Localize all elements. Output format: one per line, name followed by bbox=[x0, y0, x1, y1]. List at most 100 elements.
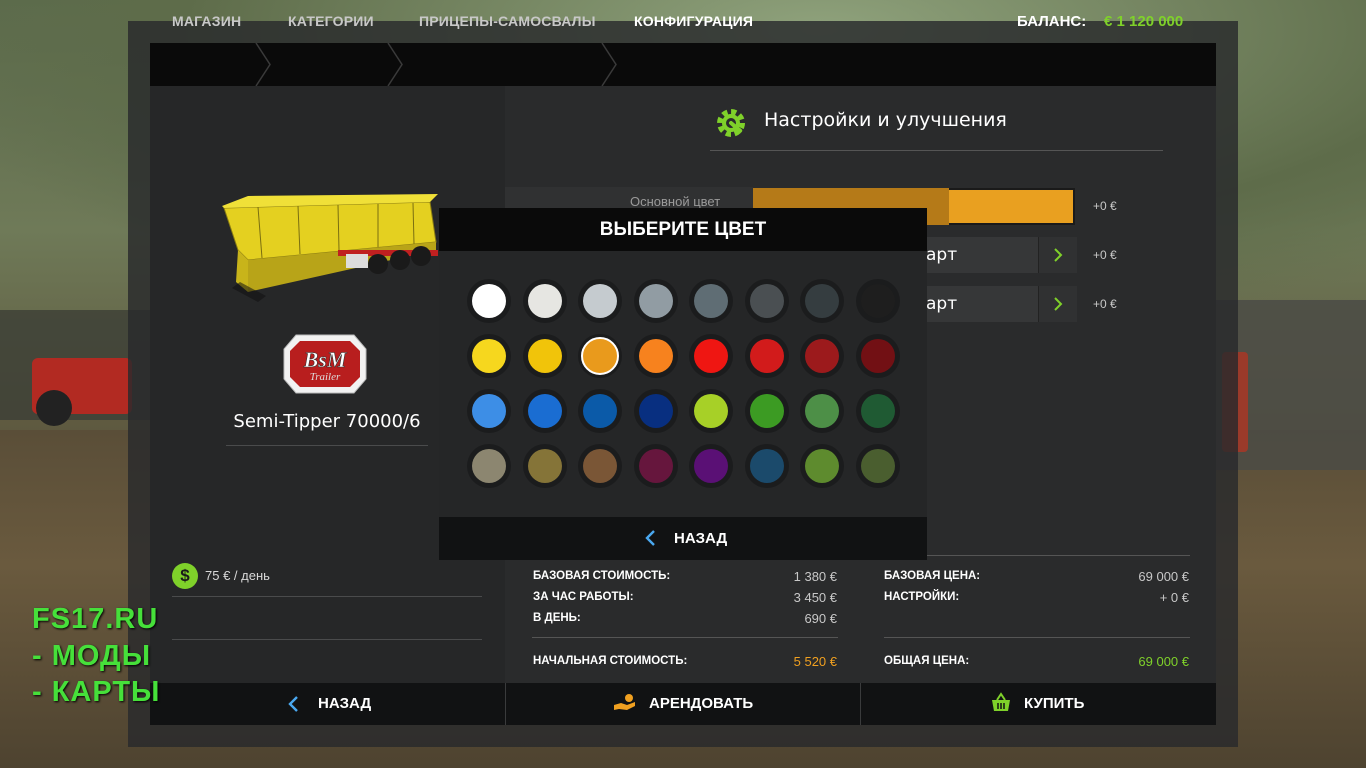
per-hour-value: 3 450 € bbox=[793, 590, 837, 605]
color-swatch-fill bbox=[528, 394, 562, 428]
balance-value: € 1 120 000 bbox=[1104, 13, 1184, 30]
item-name: Semi-Tipper 70000/6 bbox=[226, 405, 428, 446]
color-swatch[interactable] bbox=[578, 444, 622, 488]
color-swatch[interactable] bbox=[856, 389, 900, 433]
color-swatch[interactable] bbox=[467, 279, 511, 323]
color-swatch[interactable] bbox=[467, 389, 511, 433]
color-swatch[interactable] bbox=[800, 444, 844, 488]
color-swatch-fill bbox=[583, 394, 617, 428]
back-chevron-icon[interactable] bbox=[644, 529, 656, 551]
color-swatch[interactable] bbox=[634, 444, 678, 488]
lease-hand-icon bbox=[613, 693, 637, 717]
color-swatch[interactable] bbox=[634, 334, 678, 378]
watermark-maps: - КАРТЫ bbox=[32, 676, 161, 708]
color-swatch[interactable] bbox=[578, 334, 622, 378]
color-swatch-fill bbox=[639, 394, 673, 428]
color-swatch-fill bbox=[750, 449, 784, 483]
rent-per-day: 75 € / день bbox=[205, 568, 270, 583]
color-swatch[interactable] bbox=[523, 334, 567, 378]
color-swatch[interactable] bbox=[745, 279, 789, 323]
trailer-preview-image bbox=[218, 192, 440, 314]
color-swatch-fill bbox=[583, 449, 617, 483]
color-swatch-fill bbox=[694, 339, 728, 373]
color-swatch[interactable] bbox=[634, 279, 678, 323]
color-swatch[interactable] bbox=[523, 389, 567, 433]
color-swatch[interactable] bbox=[689, 444, 733, 488]
color-swatch[interactable] bbox=[856, 444, 900, 488]
color-picker-back-button[interactable]: НАЗАД bbox=[674, 517, 727, 560]
color-swatch-fill bbox=[583, 284, 617, 318]
color-swatch-fill bbox=[472, 339, 506, 373]
per-hour-label: ЗА ЧАС РАБОТЫ: bbox=[533, 591, 634, 603]
color-picker-dialog bbox=[439, 208, 927, 560]
color-swatch-fill bbox=[581, 337, 619, 375]
back-button[interactable]: НАЗАД bbox=[318, 683, 371, 725]
color-swatch[interactable] bbox=[856, 334, 900, 378]
color-swatch[interactable] bbox=[523, 279, 567, 323]
base-cost-value: 1 380 € bbox=[793, 569, 837, 584]
color-swatch-fill bbox=[694, 449, 728, 483]
breadcrumb-separator-icon bbox=[254, 43, 272, 86]
color-swatch-fill bbox=[750, 394, 784, 428]
color-swatch-fill bbox=[472, 284, 506, 318]
base-cost-label: БАЗОВАЯ СТОИМОСТЬ: bbox=[533, 570, 671, 582]
color-swatch[interactable] bbox=[745, 444, 789, 488]
buy-button[interactable]: КУПИТЬ bbox=[1024, 683, 1084, 725]
color-swatch[interactable] bbox=[745, 334, 789, 378]
option-selector-1-value: арт bbox=[926, 245, 958, 265]
color-picker-title: ВЫБЕРИТЕ ЦВЕТ bbox=[439, 208, 927, 251]
color-swatch[interactable] bbox=[800, 279, 844, 323]
brand-logo: BsM Trailer bbox=[282, 333, 368, 395]
divider bbox=[172, 639, 482, 640]
color-swatch-fill bbox=[805, 284, 839, 318]
color-swatch[interactable] bbox=[578, 279, 622, 323]
shopping-basket-icon bbox=[990, 692, 1012, 718]
breadcrumb-shop[interactable]: МАГАЗИН bbox=[172, 0, 241, 43]
per-day-label: В ДЕНЬ: bbox=[533, 612, 581, 624]
divider bbox=[884, 637, 1190, 638]
chevron-right-icon[interactable] bbox=[1038, 286, 1077, 322]
wrench-gear-icon bbox=[714, 106, 748, 140]
color-swatch-fill bbox=[805, 449, 839, 483]
color-swatch-fill bbox=[639, 449, 673, 483]
color-swatch-fill bbox=[805, 339, 839, 373]
option-selector-2-value: арт bbox=[926, 294, 958, 314]
option-1-price: +0 € bbox=[1093, 248, 1117, 262]
color-swatch[interactable] bbox=[689, 279, 733, 323]
color-swatch[interactable] bbox=[689, 334, 733, 378]
background-tractor-wheel bbox=[36, 390, 72, 426]
base-color-price: +0 € bbox=[1093, 199, 1117, 213]
color-swatch[interactable] bbox=[467, 444, 511, 488]
color-swatch-fill bbox=[861, 394, 895, 428]
settings-title: Настройки и улучшения bbox=[764, 109, 1007, 131]
initial-cost-value: 5 520 € bbox=[793, 654, 837, 669]
breadcrumb-tipper-trailers[interactable]: ПРИЦЕПЫ-САМОСВАЛЫ bbox=[419, 0, 596, 43]
color-swatch-fill bbox=[472, 449, 506, 483]
color-swatch[interactable] bbox=[523, 444, 567, 488]
color-swatch[interactable] bbox=[578, 389, 622, 433]
svg-text:Trailer: Trailer bbox=[310, 371, 341, 383]
total-price-value: 69 000 € bbox=[1138, 654, 1189, 669]
color-swatch-fill bbox=[861, 449, 895, 483]
base-color-label: Основной цвет bbox=[630, 194, 721, 209]
color-swatch-fill bbox=[861, 339, 895, 373]
color-swatch[interactable] bbox=[745, 389, 789, 433]
color-swatch-fill bbox=[639, 284, 673, 318]
back-chevron-icon[interactable] bbox=[287, 695, 299, 717]
chevron-right-icon[interactable] bbox=[1038, 237, 1077, 273]
color-swatch-fill bbox=[639, 339, 673, 373]
color-swatch[interactable] bbox=[634, 389, 678, 433]
color-swatch[interactable] bbox=[689, 389, 733, 433]
color-swatch[interactable] bbox=[800, 334, 844, 378]
total-price-label: ОБЩАЯ ЦЕНА: bbox=[884, 655, 970, 667]
color-swatch[interactable] bbox=[467, 334, 511, 378]
color-swatch[interactable] bbox=[800, 389, 844, 433]
watermark-site: FS17.RU bbox=[32, 603, 159, 635]
color-swatch-fill bbox=[528, 449, 562, 483]
breadcrumb-categories[interactable]: КАТЕГОРИИ bbox=[288, 0, 374, 43]
color-swatch-fill bbox=[472, 394, 506, 428]
color-swatch[interactable] bbox=[856, 279, 900, 323]
color-swatch-fill bbox=[694, 284, 728, 318]
color-swatch-fill bbox=[528, 284, 562, 318]
rent-button[interactable]: АРЕНДОВАТЬ bbox=[649, 683, 753, 725]
